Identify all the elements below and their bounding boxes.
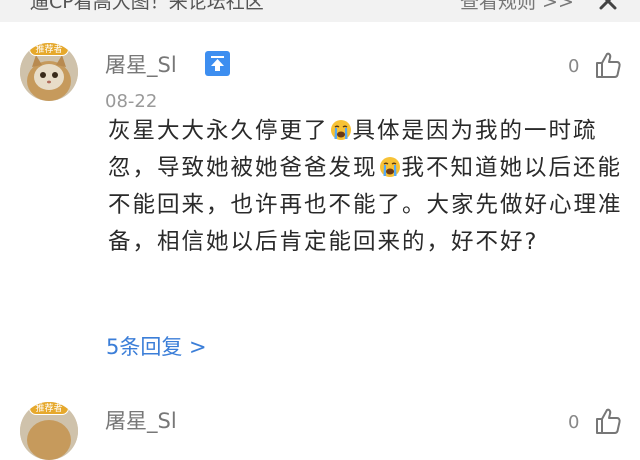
crying-face-icon (379, 157, 400, 177)
username[interactable]: 屠星_Sl (105, 49, 177, 79)
avatar[interactable]: 推荐者 (20, 402, 78, 460)
up-arrow-badge-icon (205, 51, 230, 76)
username[interactable]: 屠星_Sl (105, 405, 177, 435)
comment-text: 灰星大大永久停更了 具体是因为我的一时疏忽，导致她被她爸爸发现 我不知道她以后还… (108, 113, 628, 261)
thumbs-up-icon[interactable] (594, 51, 622, 79)
like-count: 0 (568, 412, 580, 433)
thumbs-up-icon[interactable] (594, 407, 622, 435)
recommender-badge: 推荐者 (29, 402, 69, 415)
view-replies-link[interactable]: 5条回复 > (106, 331, 207, 361)
avatar[interactable]: 推荐者 (20, 43, 78, 101)
top-notice-bar: 遛CP看高大图！来论坛社区 查看规则 >> (0, 0, 640, 22)
comment-text-part: 灰星大大永久停更了 (108, 118, 329, 144)
notice-text: 遛CP看高大图！来论坛社区 (30, 0, 264, 13)
recommender-badge: 推荐者 (29, 43, 69, 56)
view-rules-link[interactable]: 查看规则 >> (460, 0, 574, 14)
like-count: 0 (568, 56, 580, 77)
crying-face-icon (330, 120, 351, 140)
close-icon[interactable] (598, 0, 618, 11)
comment-date: 08-22 (105, 91, 158, 112)
